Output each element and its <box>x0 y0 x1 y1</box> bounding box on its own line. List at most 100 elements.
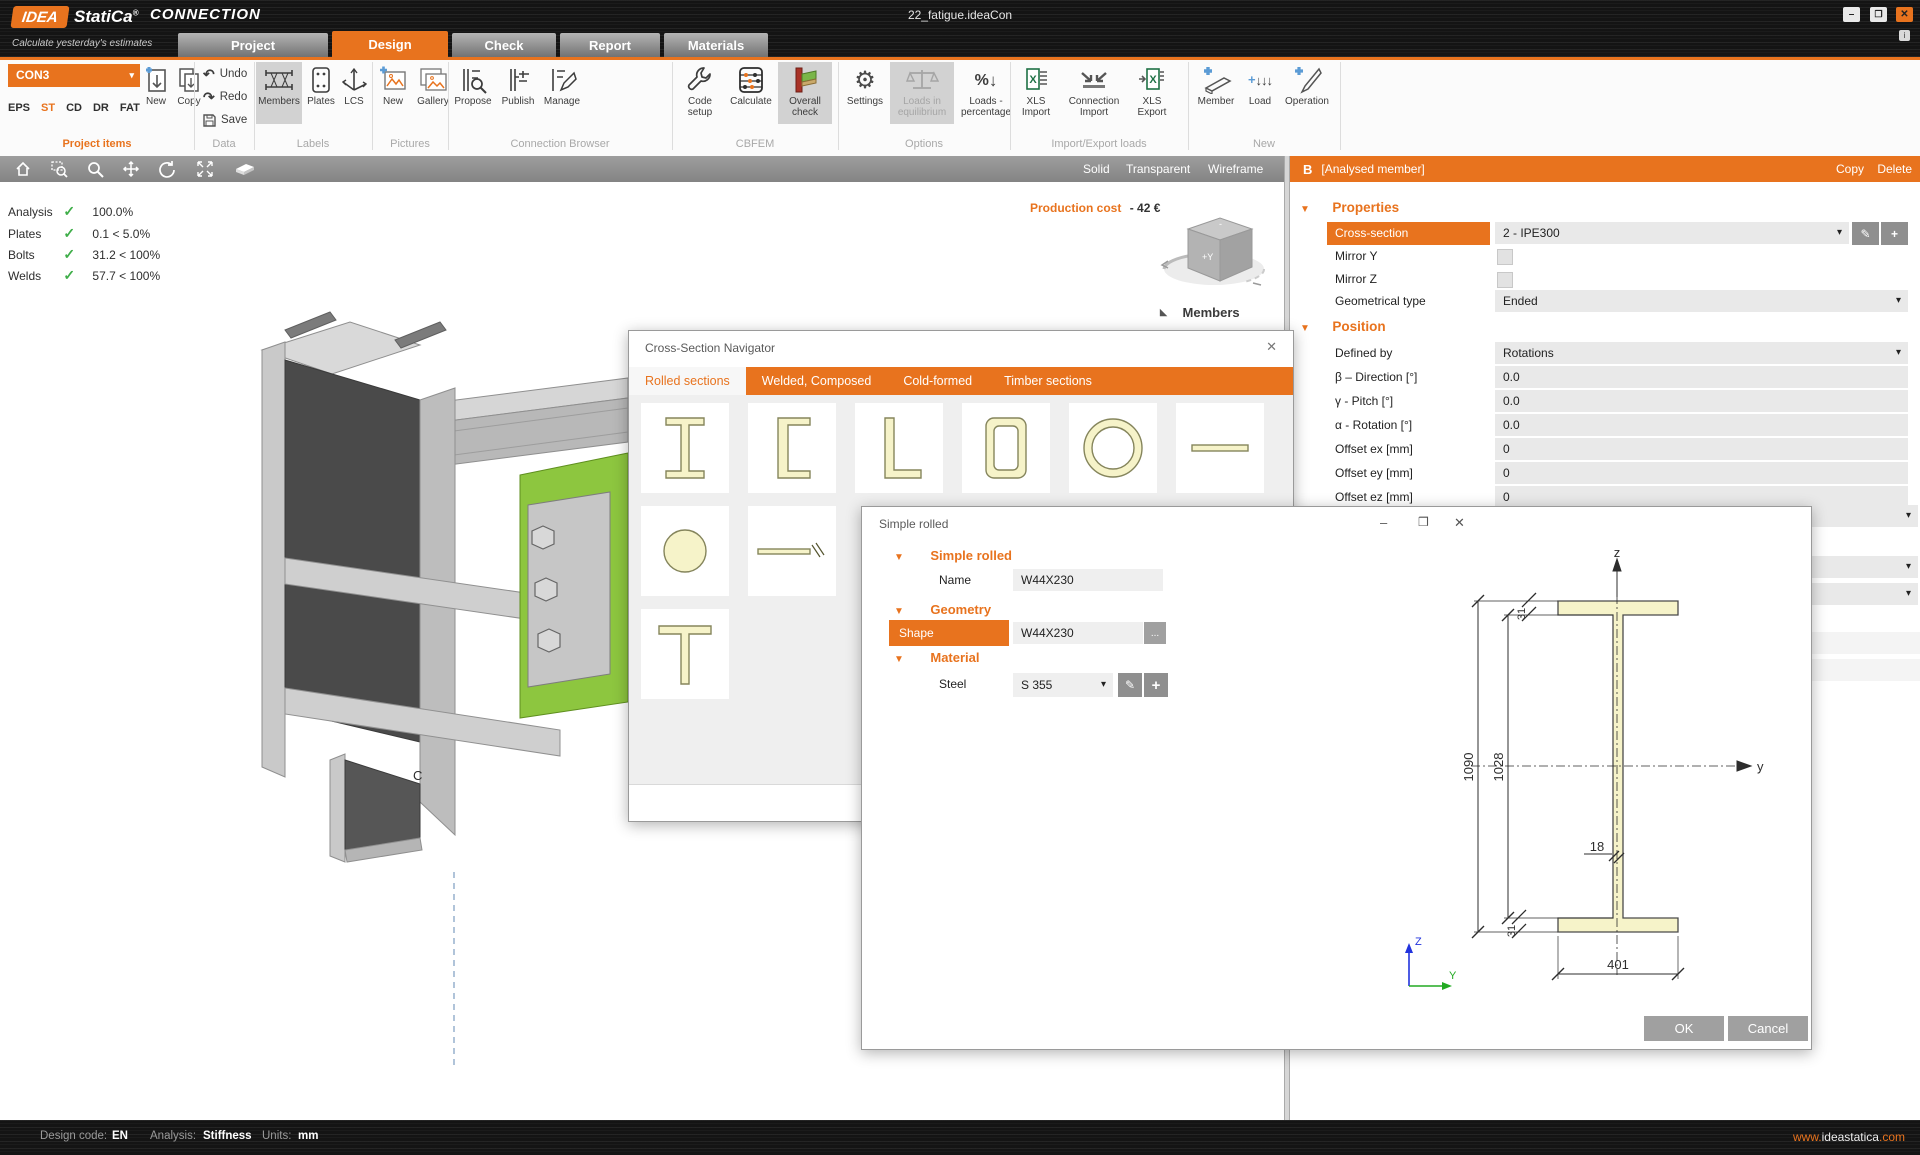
dialog-minimize-button[interactable]: – <box>1380 515 1387 530</box>
redo-button[interactable]: ↷ Redo <box>203 89 247 105</box>
check-row-analysis[interactable]: Analysis ✓ 100.0% <box>8 203 238 220</box>
xls-import-button[interactable]: X XLS Import <box>1014 62 1058 118</box>
undo-button[interactable]: ↶ Undo <box>203 66 247 82</box>
steel-edit-button[interactable]: ✎ <box>1118 673 1142 697</box>
cross-section-edit-button[interactable]: ✎ <box>1852 222 1879 245</box>
check-row-welds[interactable]: Welds ✓ 57.7 < 100% <box>8 267 238 284</box>
mode-cd[interactable]: CD <box>66 102 82 114</box>
covered-field[interactable] <box>1812 659 1920 681</box>
tab-project[interactable]: Project <box>178 33 328 57</box>
home-icon[interactable] <box>14 160 32 178</box>
section-chs[interactable] <box>1069 403 1157 493</box>
new-load-button[interactable]: + ↓↓↓ Load <box>1242 62 1278 107</box>
mode-eps[interactable]: EPS <box>8 102 30 114</box>
section-properties[interactable]: ▼ Properties <box>1300 199 1399 217</box>
info-icon[interactable]: i <box>1899 30 1910 41</box>
covered-field[interactable] <box>1812 632 1920 654</box>
dialog-close-button[interactable]: ✕ <box>1454 515 1465 531</box>
section-plate[interactable] <box>748 506 836 596</box>
maximize-button[interactable]: ❒ <box>1870 7 1887 22</box>
calculate-button[interactable]: Calculate <box>727 62 775 107</box>
mirror-y-checkbox[interactable] <box>1497 249 1513 265</box>
mode-dr[interactable]: DR <box>93 102 109 114</box>
new-member-button[interactable]: Member <box>1192 62 1240 107</box>
xls-export-button[interactable]: X XLS Export <box>1130 62 1174 118</box>
tab-cold-formed[interactable]: Cold-formed <box>887 367 988 395</box>
section-flat-bar[interactable] <box>1176 403 1264 493</box>
covered-dropdown[interactable] <box>1812 505 1918 527</box>
panel-delete-button[interactable]: Delete <box>1877 162 1912 176</box>
section-i-beam[interactable] <box>641 403 729 493</box>
zoom-icon[interactable] <box>86 160 104 178</box>
defined-by-dropdown[interactable]: Rotations <box>1495 342 1908 364</box>
navigator-close-button[interactable]: ✕ <box>1266 339 1277 355</box>
gamma-pitch-field[interactable]: 0.0 <box>1495 390 1908 412</box>
mode-fat[interactable]: FAT <box>120 102 140 114</box>
loads-in-equilibrium-button[interactable]: Loads in equilibrium <box>890 62 954 124</box>
covered-dropdown[interactable] <box>1812 556 1918 578</box>
tab-report[interactable]: Report <box>560 33 660 57</box>
display-mode-wireframe[interactable]: Wireframe <box>1208 162 1263 176</box>
check-row-bolts[interactable]: Bolts ✓ 31.2 < 100% <box>8 246 238 263</box>
minimize-button[interactable]: – <box>1843 7 1860 22</box>
connection-import-button[interactable]: Connection Import <box>1060 62 1128 118</box>
propose-button[interactable]: Propose <box>450 62 496 107</box>
ok-button[interactable]: OK <box>1644 1016 1724 1041</box>
rotate-icon[interactable] <box>158 160 176 178</box>
close-button[interactable]: ✕ <box>1896 7 1913 22</box>
code-setup-button[interactable]: Code setup <box>676 62 724 118</box>
model-3d[interactable]: C <box>250 290 650 1080</box>
labels-lcs-button[interactable]: LCS <box>338 62 370 107</box>
shape-row-label[interactable]: Shape <box>889 620 1009 646</box>
row-cross-section-label[interactable]: Cross-section <box>1327 222 1490 245</box>
settings-button[interactable]: ⚙ Settings <box>842 62 888 107</box>
new-project-item-button[interactable]: New <box>140 62 172 107</box>
picture-new-button[interactable]: New <box>376 62 410 107</box>
section-channel[interactable] <box>748 403 836 493</box>
section-position[interactable]: ▼ Position <box>1300 318 1386 336</box>
steel-add-button[interactable]: + <box>1144 673 1168 697</box>
tab-design[interactable]: Design <box>332 31 448 57</box>
check-row-plates[interactable]: Plates ✓ 0.1 < 5.0% <box>8 225 238 242</box>
display-mode-transparent[interactable]: Transparent <box>1126 162 1190 176</box>
geometrical-type-dropdown[interactable]: Ended <box>1495 290 1908 312</box>
pan-icon[interactable] <box>122 160 140 178</box>
beta-direction-field[interactable]: 0.0 <box>1495 366 1908 388</box>
shape-browse-button[interactable]: ... <box>1144 622 1166 644</box>
section-material[interactable]: ▼ Material <box>894 649 980 667</box>
tab-rolled-sections[interactable]: Rolled sections <box>629 367 746 395</box>
cross-section-add-button[interactable]: + <box>1881 222 1908 245</box>
section-rhs[interactable] <box>962 403 1050 493</box>
section-round-bar[interactable] <box>641 506 729 596</box>
section-geometry[interactable]: ▼ Geometry <box>894 601 991 619</box>
cross-section-dropdown[interactable]: 2 - IPE300 <box>1495 222 1849 244</box>
members-tree-header[interactable]: ◣ Members <box>1160 305 1240 320</box>
mode-st[interactable]: ST <box>41 102 55 114</box>
dialog-maximize-button[interactable]: ❒ <box>1418 515 1429 529</box>
mirror-z-checkbox[interactable] <box>1497 272 1513 288</box>
section-simple-rolled[interactable]: ▼ Simple rolled <box>894 547 1012 565</box>
name-input[interactable]: W44X230 <box>1013 569 1163 591</box>
zoom-fit-icon[interactable] <box>196 160 214 178</box>
section-angle[interactable] <box>855 403 943 493</box>
cancel-button[interactable]: Cancel <box>1728 1016 1808 1041</box>
steel-dropdown[interactable]: S 355 <box>1013 673 1113 697</box>
alpha-rotation-field[interactable]: 0.0 <box>1495 414 1908 436</box>
tab-check[interactable]: Check <box>452 33 556 57</box>
covered-dropdown[interactable] <box>1812 583 1918 605</box>
section-tee[interactable] <box>641 609 729 699</box>
copy-project-item-button[interactable]: Copy <box>172 62 206 107</box>
navigation-cube[interactable]: +Y - <box>1158 205 1270 305</box>
labels-members-button[interactable]: Members <box>256 62 302 124</box>
connection-selector[interactable]: CON3 ▾ <box>8 64 140 87</box>
loads-percentage-button[interactable]: % ↓ Loads - percentage <box>958 62 1014 119</box>
tab-timber-sections[interactable]: Timber sections <box>988 367 1108 395</box>
display-mode-solid[interactable]: Solid <box>1083 162 1110 176</box>
save-button[interactable]: Save <box>203 112 247 128</box>
tab-welded-composed[interactable]: Welded, Composed <box>746 367 888 395</box>
offset-ey-field[interactable]: 0 <box>1495 462 1908 484</box>
zoom-window-icon[interactable] <box>50 160 68 178</box>
overall-check-button[interactable]: Overall check <box>778 62 832 124</box>
panel-copy-button[interactable]: Copy <box>1836 162 1864 176</box>
labels-plates-button[interactable]: Plates <box>303 62 339 107</box>
